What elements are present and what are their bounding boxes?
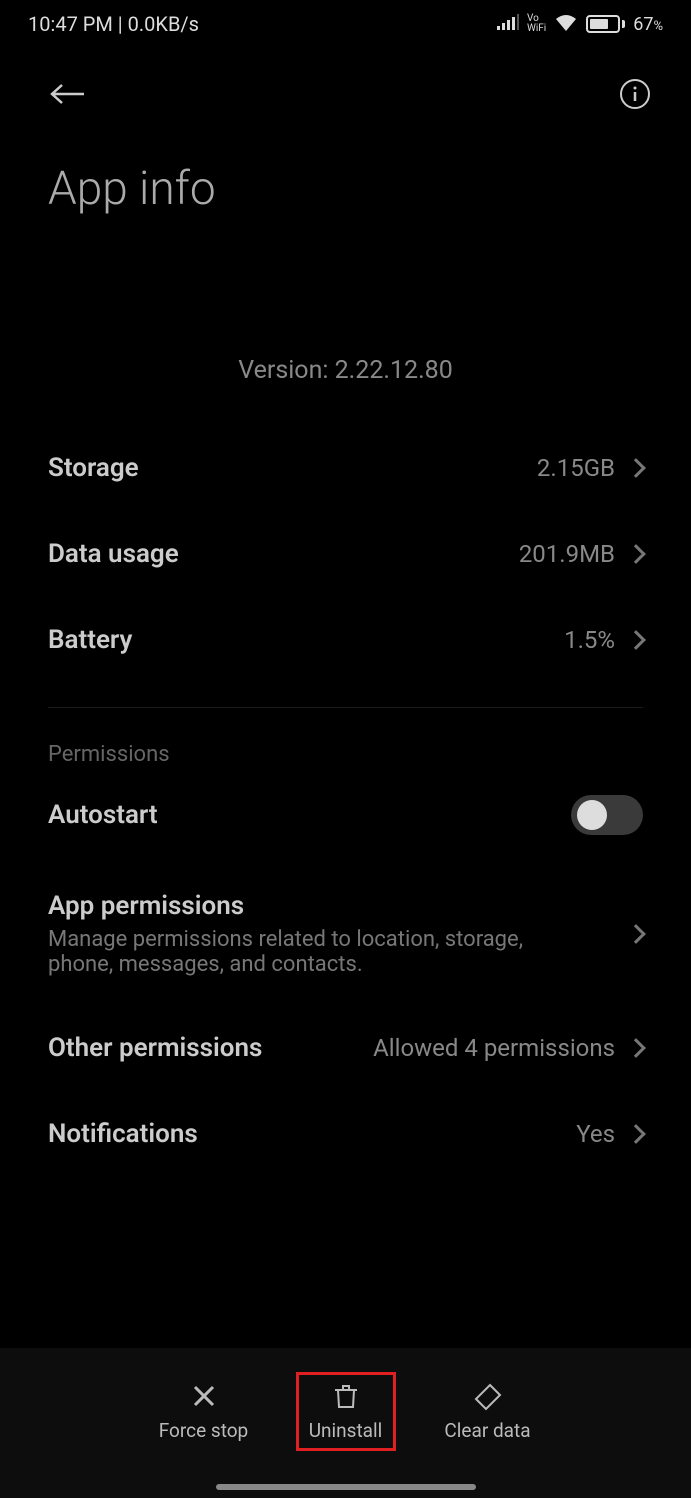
page-title: App info [0, 134, 691, 236]
row-notifications[interactable]: Notifications Yes [48, 1091, 643, 1177]
row-label: Battery [48, 625, 132, 655]
battery-icon [586, 15, 625, 33]
status-time: 10:47 PM | 0.0KB/s [28, 12, 199, 36]
status-indicators: Vo WiFi 67% [497, 13, 663, 36]
row-battery[interactable]: Battery 1.5% [48, 597, 643, 683]
row-label: Other permissions [48, 1033, 262, 1063]
clock-text: 10:47 PM [28, 12, 113, 36]
vowifi-icon: Vo WiFi [527, 14, 546, 34]
button-label: Force stop [159, 1419, 248, 1442]
row-value: 1.5% [564, 626, 615, 654]
row-label: Notifications [48, 1119, 198, 1149]
toggle-knob [577, 800, 607, 830]
row-value: 2.15GB [537, 454, 615, 482]
row-label: Storage [48, 453, 139, 483]
version-label: Version: 2.22.12.80 [48, 356, 643, 385]
status-bar: 10:47 PM | 0.0KB/s Vo WiFi 67% [0, 0, 691, 48]
app-header: Version: 2.22.12.80 [0, 236, 691, 425]
back-button[interactable] [48, 82, 86, 110]
row-autostart: Autostart [48, 767, 643, 863]
battery-percent: 67% [633, 14, 663, 35]
header-bar [0, 48, 691, 134]
row-value: 201.9MB [519, 540, 615, 568]
clear-data-button[interactable]: Clear data [438, 1375, 538, 1448]
row-subtitle: Manage permissions related to location, … [48, 927, 568, 977]
button-label: Uninstall [309, 1419, 383, 1442]
chevron-right-icon [626, 1038, 646, 1058]
row-label: Autostart [48, 800, 158, 830]
divider [48, 707, 643, 708]
section-permissions: Permissions [0, 732, 691, 767]
network-speed: 0.0KB/s [128, 12, 199, 36]
row-app-permissions[interactable]: App permissions Manage permissions relat… [48, 863, 643, 1005]
signal-icon [497, 14, 519, 35]
force-stop-button[interactable]: Force stop [154, 1375, 254, 1448]
eraser-icon [472, 1381, 504, 1411]
home-indicator[interactable] [216, 1484, 476, 1490]
info-button[interactable] [619, 78, 651, 114]
row-data-usage[interactable]: Data usage 201.9MB [48, 511, 643, 597]
bottom-bar: Force stop Uninstall Clear data [0, 1348, 691, 1498]
button-label: Clear data [444, 1419, 530, 1442]
chevron-right-icon [626, 544, 646, 564]
row-value: Allowed 4 permissions [373, 1034, 615, 1062]
wifi-icon [554, 13, 578, 36]
row-value: Yes [576, 1120, 615, 1148]
chevron-right-icon [626, 630, 646, 650]
row-other-permissions[interactable]: Other permissions Allowed 4 permissions [48, 1005, 643, 1091]
autostart-toggle[interactable] [571, 795, 643, 835]
close-icon [189, 1381, 219, 1411]
row-storage[interactable]: Storage 2.15GB [48, 425, 643, 511]
chevron-right-icon [626, 1124, 646, 1144]
row-label: App permissions [48, 891, 629, 921]
uninstall-button[interactable]: Uninstall [296, 1372, 396, 1451]
row-label: Data usage [48, 539, 179, 569]
chevron-right-icon [626, 924, 646, 944]
trash-icon [331, 1381, 361, 1411]
chevron-right-icon [626, 458, 646, 478]
